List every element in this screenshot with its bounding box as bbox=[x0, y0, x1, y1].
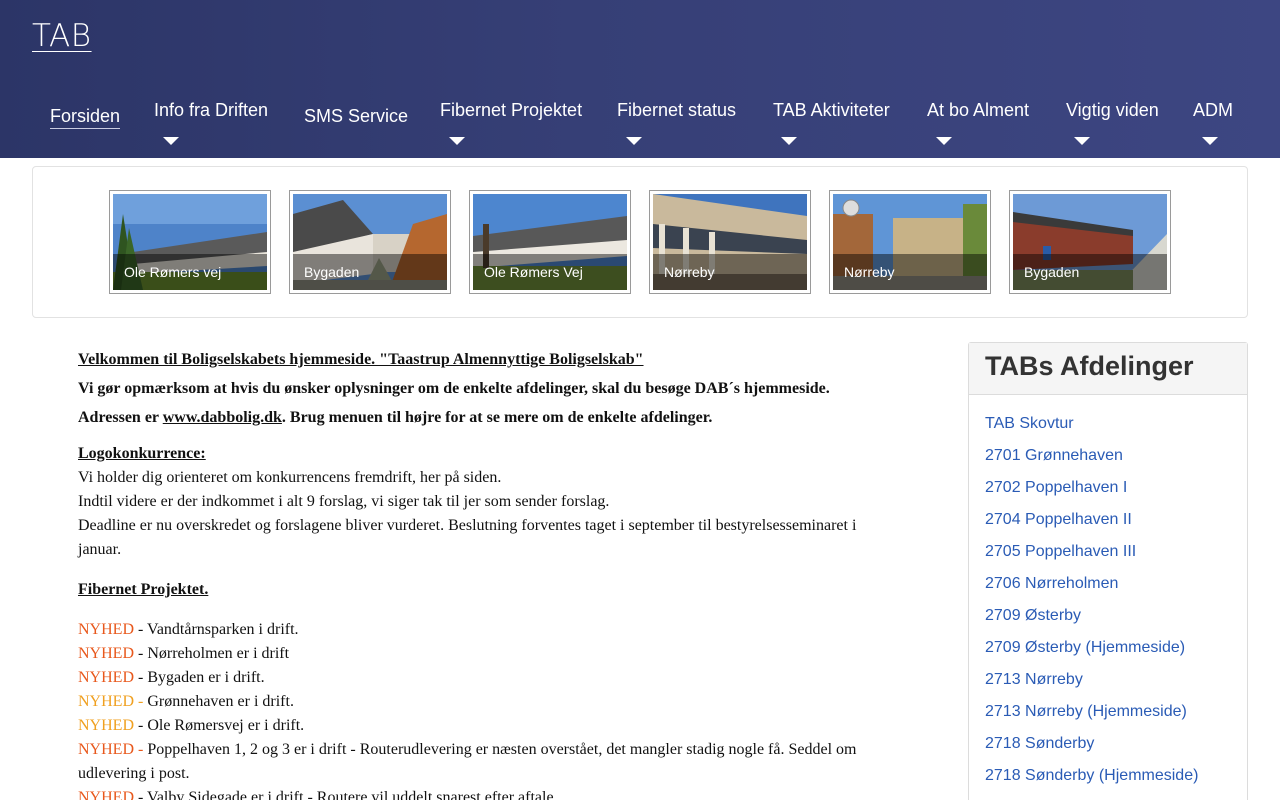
nyhed-tag: NYHED bbox=[78, 717, 134, 734]
departments-title: TABs Afdelinger bbox=[969, 343, 1247, 395]
dropdown-arrow-icon[interactable] bbox=[1202, 137, 1218, 145]
news-text: - Ole Rømersvej er i drift. bbox=[134, 717, 305, 734]
news-text: Poppelhaven 1, 2 og 3 er i drift - Route… bbox=[78, 741, 857, 782]
main-content: Velkommen til Boligselskabets hjemmeside… bbox=[78, 348, 878, 800]
house-photo: Bygaden bbox=[1013, 194, 1167, 290]
dropdown-arrow-icon[interactable] bbox=[449, 137, 465, 145]
nav-item-info-fra-driften[interactable]: Info fra Driften bbox=[154, 100, 269, 145]
nav-item-vigtig-viden[interactable]: Vigtig viden bbox=[1066, 100, 1159, 145]
nyhed-tag: NYHED bbox=[78, 669, 134, 686]
nyhed-tag: NYHED bbox=[78, 621, 134, 638]
nav-label: Info fra Driften bbox=[154, 100, 269, 120]
gallery-caption: Nørreby bbox=[653, 254, 807, 290]
nyhed-tag: NYHED - bbox=[78, 693, 148, 710]
department-link[interactable]: TAB Skovtur bbox=[985, 415, 1247, 447]
gallery-thumb[interactable]: Nørreby bbox=[829, 190, 991, 294]
news-text: - Valby Sidegade er i drift - Routere vi… bbox=[134, 789, 558, 800]
nav-label: At bo Alment bbox=[927, 100, 1030, 120]
gallery-caption: Ole Rømers vej bbox=[113, 254, 267, 290]
department-link[interactable]: 2713 Nørreby (Hjemmeside) bbox=[985, 703, 1247, 735]
departments-panel: TABs Afdelinger TAB Skovtur 2701 Grønneh… bbox=[968, 342, 1248, 800]
gallery-caption: Ole Rømers Vej bbox=[473, 254, 627, 290]
dropdown-arrow-icon[interactable] bbox=[163, 137, 179, 145]
house-photo: Ole Rømers vej bbox=[113, 194, 267, 290]
department-link[interactable]: 2713 Nørreby bbox=[985, 671, 1247, 703]
nav-label: SMS Service bbox=[304, 106, 409, 126]
department-link[interactable]: 2718 Sønderby bbox=[985, 735, 1247, 767]
department-link[interactable]: 2702 Poppelhaven I bbox=[985, 479, 1247, 511]
news-item: NYHED - Nørreholmen er i drift bbox=[78, 642, 878, 666]
dropdown-arrow-icon[interactable] bbox=[1074, 137, 1090, 145]
nav-item-adm[interactable]: ADM bbox=[1193, 100, 1233, 145]
dropdown-arrow-icon[interactable] bbox=[626, 137, 642, 145]
nav-item-tab-aktiviteter[interactable]: TAB Aktiviteter bbox=[773, 100, 890, 145]
nav-item-forsiden[interactable]: Forsiden bbox=[50, 106, 121, 129]
department-link[interactable]: 2709 Østerby bbox=[985, 607, 1247, 639]
gallery-caption: Bygaden bbox=[1013, 254, 1167, 290]
house-photo: Nørreby bbox=[653, 194, 807, 290]
nyhed-tag: NYHED - bbox=[78, 741, 148, 758]
news-item: NYHED - Bygaden er i drift. bbox=[78, 666, 878, 690]
news-item: NYHED - Grønnehaven er i drift. bbox=[78, 690, 878, 714]
nav-item-at-bo-alment[interactable]: At bo Alment bbox=[927, 100, 1030, 145]
nav-label: Fibernet Projektet bbox=[440, 100, 583, 120]
nav-item-sms-service[interactable]: SMS Service bbox=[304, 106, 408, 127]
gallery-caption: Nørreby bbox=[833, 254, 987, 290]
department-link[interactable]: 2704 Poppelhaven II bbox=[985, 511, 1247, 543]
nav-label: ADM bbox=[1193, 100, 1233, 120]
department-link[interactable]: 2705 Poppelhaven III bbox=[985, 543, 1247, 575]
house-photo: Bygaden bbox=[293, 194, 447, 290]
news-text: - Bygaden er i drift. bbox=[134, 669, 265, 686]
house-photo: Nørreby bbox=[833, 194, 987, 290]
gallery-thumb[interactable]: Bygaden bbox=[289, 190, 451, 294]
news-item: NYHED - Valby Sidegade er i drift - Rout… bbox=[78, 786, 878, 800]
gallery-thumb[interactable]: Ole Rømers vej bbox=[109, 190, 271, 294]
gallery-thumb[interactable]: Bygaden bbox=[1009, 190, 1171, 294]
department-link[interactable]: 2709 Østerby (Hjemmeside) bbox=[985, 639, 1247, 671]
nav-label: TAB Aktiviteter bbox=[773, 100, 890, 120]
dropdown-arrow-icon[interactable] bbox=[936, 137, 952, 145]
logo-paragraph: Vi holder dig orienteret om konkurrencen… bbox=[78, 469, 502, 486]
nav-item-fibernet-projektet[interactable]: Fibernet Projektet bbox=[440, 100, 583, 145]
department-link[interactable]: 2701 Grønnehaven bbox=[985, 447, 1247, 479]
site-title-link[interactable]: TAB bbox=[32, 18, 92, 54]
notice-text: . Brug menuen til højre for at se mere o… bbox=[281, 409, 713, 426]
nav-item-fibernet-status[interactable]: Fibernet status bbox=[617, 100, 737, 145]
dab-notice: Vi gør opmærksom at hvis du ønsker oplys… bbox=[78, 374, 878, 432]
nyhed-tag: NYHED bbox=[78, 789, 134, 800]
gallery-thumb[interactable]: Nørreby bbox=[649, 190, 811, 294]
news-item: NYHED - Poppelhaven 1, 2 og 3 er i drift… bbox=[78, 738, 878, 786]
house-photo: Ole Rømers Vej bbox=[473, 194, 627, 290]
news-list: NYHED - Vandtårnsparken i drift. NYHED -… bbox=[78, 618, 878, 800]
logo-paragraph: Indtil videre er der indkommet i alt 9 f… bbox=[78, 493, 610, 510]
nav-label: Forsiden bbox=[50, 106, 121, 129]
news-item: NYHED - Vandtårnsparken i drift. bbox=[78, 618, 878, 642]
photo-gallery: Ole Rømers vej Bygaden Ole Rømers Vej Nø… bbox=[32, 166, 1248, 318]
news-item: NYHED - Ole Rømersvej er i drift. bbox=[78, 714, 878, 738]
department-link[interactable]: 2706 Nørreholmen bbox=[985, 575, 1247, 607]
nav-label: Fibernet status bbox=[617, 100, 737, 120]
gallery-caption: Bygaden bbox=[293, 254, 447, 290]
logo-paragraph: Deadline er nu overskredet og forslagene… bbox=[78, 517, 857, 558]
gallery-thumb[interactable]: Ole Rømers Vej bbox=[469, 190, 631, 294]
nyhed-tag: NYHED bbox=[78, 645, 134, 662]
news-text: - Vandtårnsparken i drift. bbox=[134, 621, 299, 638]
fibernet-heading: Fibernet Projektet. bbox=[78, 581, 209, 598]
welcome-heading: Velkommen til Boligselskabets hjemmeside… bbox=[78, 351, 644, 368]
news-text: Grønnehaven er i drift. bbox=[147, 693, 294, 710]
nav-label: Vigtig viden bbox=[1066, 100, 1159, 120]
dab-link[interactable]: www.dabbolig.dk bbox=[163, 409, 282, 426]
department-link[interactable]: 2718 Sønderby (Hjemmeside) bbox=[985, 767, 1247, 799]
news-text: - Nørreholmen er i drift bbox=[134, 645, 290, 662]
site-header: TAB Forsiden Info fra Driften SMS Servic… bbox=[0, 0, 1280, 158]
departments-list: TAB Skovtur 2701 Grønnehaven 2702 Poppel… bbox=[969, 395, 1247, 799]
dropdown-arrow-icon[interactable] bbox=[781, 137, 797, 145]
logo-heading: Logokonkurrence: bbox=[78, 445, 206, 462]
